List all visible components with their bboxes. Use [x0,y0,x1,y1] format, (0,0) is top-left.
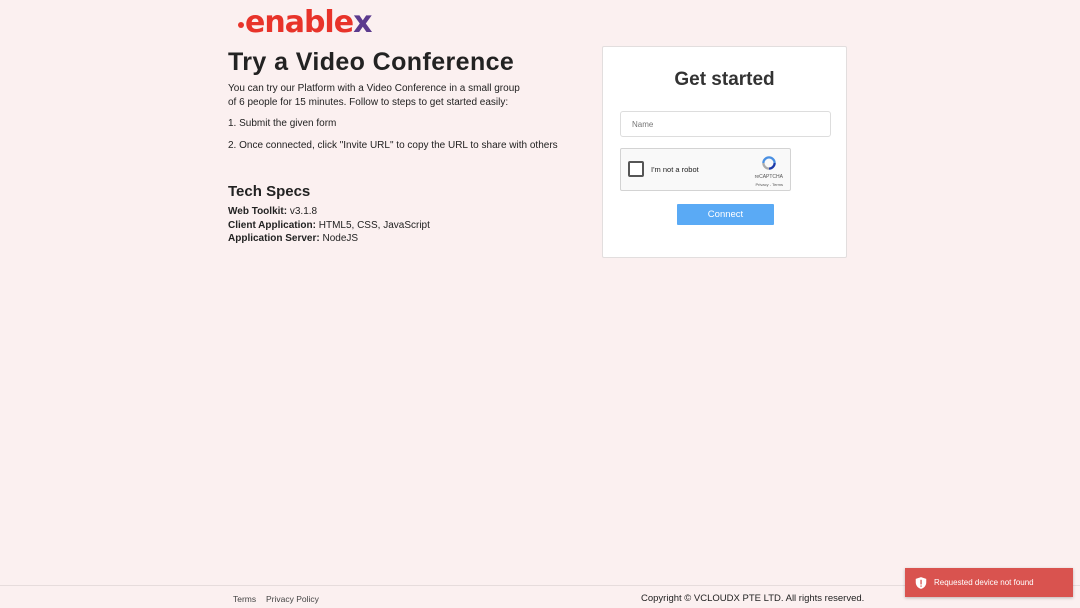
get-started-card: Get started I'm not a robot reCAPTCHA Pr… [602,46,847,258]
connect-button[interactable]: Connect [677,204,774,225]
shield-alert-icon [915,576,927,589]
recaptcha-checkbox[interactable] [628,161,644,177]
intro-text: You can try our Platform with a Video Co… [228,83,520,108]
spec-web-toolkit: Web Toolkit: v3.1.8 [228,205,430,219]
spec-label: Web Toolkit: [228,206,288,217]
logo-dot [238,21,244,28]
toast-message: Requested device not found [934,578,1034,587]
error-toast[interactable]: Requested device not found [905,568,1073,597]
spec-value: HTML5, CSS, JavaScript [315,219,430,231]
enablex-logo[interactable]: enable x [238,6,372,40]
privacy-policy-link[interactable]: Privacy Policy [266,594,319,604]
recaptcha-widget: I'm not a robot reCAPTCHA Privacy - Term… [620,148,791,191]
spec-label: Application Server: [228,233,320,244]
card-title: Get started [674,69,775,90]
recaptcha-links[interactable]: Privacy - Terms [756,182,783,187]
logo-text: enable [245,5,354,40]
spec-client-application: Client Application: HTML5, CSS, JavaScri… [228,219,430,233]
logo-x: x [353,5,373,40]
spec-value: v3.1.8 [287,206,318,217]
page-title: Try a Video Conference [228,48,515,76]
tech-specs-list: Web Toolkit: v3.1.8 Client Application: … [228,205,430,246]
terms-link[interactable]: Terms [233,594,256,604]
recaptcha-brand: reCAPTCHA [754,174,783,180]
recaptcha-label: I'm not a robot [651,165,699,174]
spec-application-server: Application Server: NodeJS [228,232,430,246]
spec-value: NodeJS [319,233,359,244]
copyright-text: Copyright © VCLOUDX PTE LTD. All rights … [641,593,865,604]
spec-label: Client Application: [228,219,316,231]
intro-section: Try a Video Conference You can try our P… [228,48,588,244]
name-input[interactable] [620,111,831,137]
step-2: 2. Once connected, click "Invite URL" to… [228,140,558,151]
tech-specs-title: Tech Specs [228,183,311,200]
recaptcha-icon [762,156,776,170]
step-1: 1. Submit the given form [228,118,337,129]
